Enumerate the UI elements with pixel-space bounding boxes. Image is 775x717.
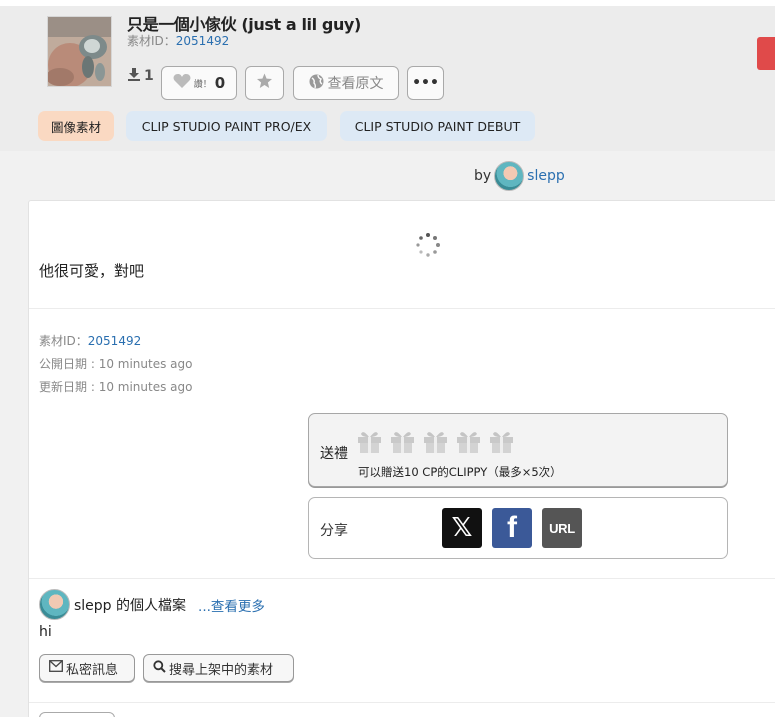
author-avatar[interactable] (494, 161, 525, 191)
share-x-button[interactable]: 𝕏 (442, 508, 482, 548)
heart-icon (173, 73, 191, 93)
tag-image-material[interactable]: 圖像素材 (38, 111, 114, 141)
partial-button[interactable] (39, 712, 115, 717)
url-label: URL (549, 520, 575, 536)
search-materials-button[interactable]: 搜尋上架中的素材 (143, 654, 294, 682)
globe-icon (309, 74, 324, 93)
gift-icon[interactable] (456, 429, 481, 454)
profile-name[interactable]: slepp 的個人檔案 (74, 595, 186, 615)
more-options-button[interactable]: ••• (407, 66, 444, 100)
more-dots-icon: ••• (412, 75, 439, 91)
material-id-value[interactable]: 2051492 (176, 34, 229, 48)
meta-material-id: 素材ID：2051492 (39, 332, 141, 349)
view-original-button[interactable]: 查看原文 (293, 66, 399, 100)
gift-icons (357, 429, 514, 454)
tag-csp-debut[interactable]: CLIP STUDIO PAINT DEBUT (340, 111, 535, 141)
download-count-value: 1 (144, 68, 154, 84)
facebook-logo-icon: f (507, 511, 517, 544)
meta-id-label: 素材ID： (39, 334, 88, 348)
like-count: 0 (214, 74, 226, 92)
divider (29, 308, 775, 309)
favorite-button[interactable] (245, 66, 284, 100)
download-button-edge[interactable] (757, 37, 775, 70)
divider (29, 578, 775, 579)
search-materials-label: 搜尋上架中的素材 (169, 662, 274, 678)
gift-panel: 送禮 可以贈送10 CP的CLIPPY（最多×5次） (308, 413, 728, 487)
view-original-label: 查看原文 (327, 76, 384, 92)
meta-id-value[interactable]: 2051492 (88, 334, 141, 348)
download-count: 1 (127, 67, 154, 85)
updated-value: 10 minutes ago (98, 380, 193, 394)
like-label: 讚！ (193, 79, 212, 90)
download-icon (127, 67, 141, 85)
published-label: 公開日期 : (39, 357, 99, 371)
divider (29, 702, 775, 703)
share-facebook-button[interactable]: f (492, 508, 532, 548)
gift-icon[interactable] (489, 429, 514, 454)
private-message-button[interactable]: 私密訊息 (39, 654, 135, 682)
published-value: 10 minutes ago (98, 357, 193, 371)
private-message-label: 私密訊息 (66, 662, 119, 678)
profile-avatar[interactable] (39, 589, 70, 620)
meta-published: 公開日期 : 10 minutes ago (39, 355, 192, 372)
gift-icon[interactable] (357, 429, 382, 454)
material-id-label: 素材ID： (127, 34, 176, 48)
author-byline[interactable]: by slepp (474, 161, 565, 191)
gift-icon[interactable] (423, 429, 448, 454)
updated-label: 更新日期 : (39, 380, 99, 394)
share-url-button[interactable]: URL (542, 508, 582, 548)
share-label: 分享 (320, 523, 348, 539)
author-name-link[interactable]: slepp (527, 168, 565, 184)
author-profile-header: slepp 的個人檔案 ...查看更多 (39, 589, 265, 620)
material-description: 他很可愛，對吧 (39, 262, 145, 280)
material-thumbnail[interactable] (47, 16, 112, 87)
profile-see-more-link[interactable]: ...查看更多 (198, 595, 265, 615)
share-panel: 分享 𝕏 f URL (308, 497, 728, 559)
tag-csp-pro-ex[interactable]: CLIP STUDIO PAINT PRO/EX (126, 111, 327, 141)
search-icon (153, 659, 166, 677)
x-logo-icon: 𝕏 (451, 513, 473, 543)
loading-spinner-icon (415, 232, 441, 258)
meta-updated: 更新日期 : 10 minutes ago (39, 378, 192, 395)
envelope-icon (49, 660, 63, 676)
by-label: by (474, 168, 492, 184)
profile-bio: hi (39, 624, 52, 640)
star-icon (256, 73, 273, 93)
like-button[interactable]: 讚！ 0 (161, 66, 237, 100)
gift-icon[interactable] (390, 429, 415, 454)
material-id: 素材ID：2051492 (127, 32, 229, 49)
gift-label: 送禮 (320, 446, 348, 462)
gift-note: 可以贈送10 CP的CLIPPY（最多×5次） (358, 465, 562, 479)
